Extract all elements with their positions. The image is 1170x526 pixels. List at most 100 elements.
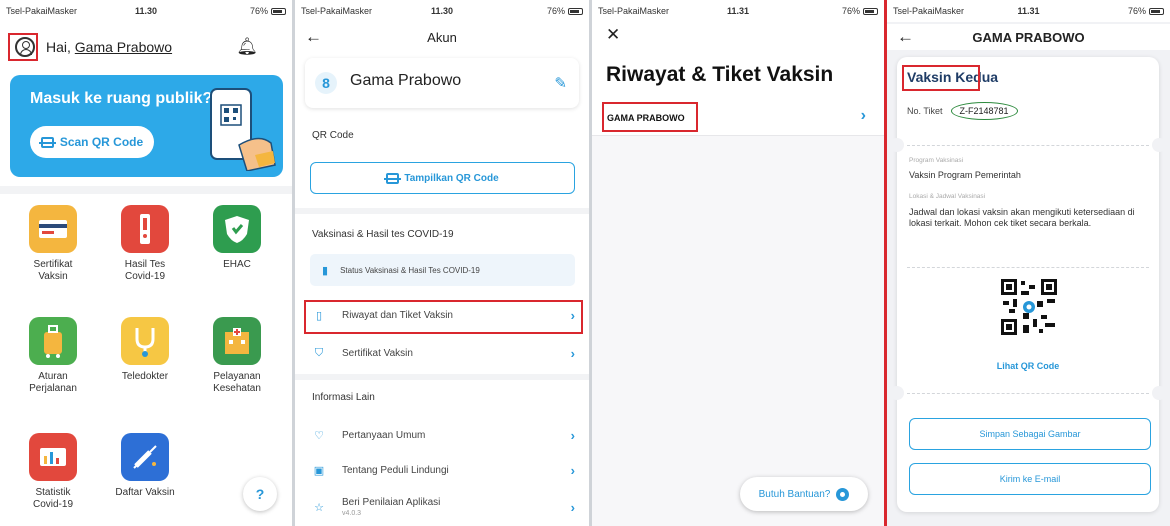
highlight-box — [602, 102, 698, 132]
hospital-icon — [213, 317, 261, 365]
ticket-notch — [1152, 138, 1166, 152]
public-space-banner: Masuk ke ruang publik? Scan QR Code — [10, 75, 283, 177]
tile-aturan-perjalanan[interactable]: Aturan Perjalanan — [8, 317, 98, 395]
chevron-right-icon: › — [570, 499, 575, 515]
view-qr-link[interactable]: Lihat QR Code — [897, 361, 1159, 371]
profile-name: Gama Prabowo — [350, 72, 462, 89]
question-icon: ? — [255, 486, 265, 502]
status-bar: Tsel-PakaiMasker 11.30 76% — [295, 0, 589, 22]
ticket-number-value: Z-F2148781 — [950, 102, 1018, 120]
section-divider — [0, 186, 292, 194]
ticket-notch — [890, 386, 904, 400]
menu-sertifikat[interactable]: ⛉ Sertifikat Vaksin › — [295, 336, 589, 370]
luggage-icon — [29, 317, 77, 365]
battery-indicator: 76% — [547, 6, 583, 16]
page-title: Akun — [427, 29, 457, 45]
status-bar: Tsel-PakaiMasker 11.30 76% — [0, 0, 292, 22]
nav-bar: ← Akun — [295, 24, 589, 50]
location-value: Jadwal dan lokasi vaksin akan mengikuti … — [909, 207, 1135, 228]
certificate-icon — [29, 205, 77, 253]
tile-sertifikat-vaksin[interactable]: Sertifikat Vaksin — [8, 205, 98, 283]
tile-ehac[interactable]: EHAC — [192, 205, 282, 271]
carrier-label: Tsel-PakaiMasker — [301, 6, 373, 16]
dashed-divider — [907, 267, 1149, 268]
section-qr-label: QR Code — [312, 130, 354, 141]
carrier-label: Tsel-PakaiMasker — [6, 6, 78, 16]
page-title: Riwayat & Tiket Vaksin — [606, 63, 834, 86]
back-arrow-icon[interactable]: ← — [897, 27, 914, 47]
clock: 11.31 — [1017, 6, 1040, 16]
status-bar: Tsel-PakaiMasker 11.31 76% — [592, 0, 884, 22]
dashed-divider — [907, 393, 1149, 394]
program-label: Program Vaksinasi — [909, 157, 964, 164]
pencil-icon[interactable]: ✎ — [554, 74, 567, 92]
chart-icon — [29, 433, 77, 481]
clock: 11.30 — [134, 6, 158, 16]
certificate-icon: ⛉ — [314, 346, 324, 359]
ticket-notch — [1152, 386, 1166, 400]
user-name-link[interactable]: Gama Prabowo — [75, 39, 172, 55]
home-screen: Tsel-PakaiMasker 11.30 76% Hai, Gama Pra… — [0, 0, 292, 526]
highlight-box — [8, 33, 38, 61]
qr-code — [1001, 279, 1057, 335]
tile-teledokter[interactable]: Teledokter — [100, 317, 190, 383]
syringe-icon — [121, 433, 169, 481]
account-screen: Tsel-PakaiMasker 11.30 76% ← Akun 8 Gama… — [295, 0, 589, 526]
close-icon[interactable]: ✕ — [606, 25, 620, 45]
chat-icon: ♡ — [314, 429, 324, 442]
bell-icon[interactable]: 🔔︎ — [236, 37, 258, 57]
history-screen: Tsel-PakaiMasker 11.31 76% ✕ Riwayat & T… — [592, 0, 884, 526]
battery-indicator: 76% — [842, 6, 878, 16]
title-area — [592, 22, 884, 100]
phone-hand-illustration — [210, 88, 276, 171]
section-divider — [295, 374, 589, 380]
greeting: Hai, Gama Prabowo — [46, 39, 173, 55]
chevron-right-icon: › — [570, 427, 575, 443]
scan-icon — [38, 136, 56, 148]
battery-icon — [568, 7, 583, 15]
battery-icon — [863, 7, 878, 15]
tile-daftar-vaksin[interactable]: Daftar Vaksin — [100, 433, 190, 499]
banner-title: Masuk ke ruang publik? — [30, 90, 213, 107]
save-as-image-button[interactable]: Simpan Sebagai Gambar — [909, 418, 1151, 450]
send-email-button[interactable]: Kirim ke E-mail — [909, 463, 1151, 495]
chevron-right-icon: › — [570, 345, 575, 361]
tile-pelayanan-kesehatan[interactable]: Pelayanan Kesehatan — [192, 317, 282, 395]
section-vaccination-label: Vaksinasi & Hasil tes COVID-19 — [312, 229, 454, 240]
tile-hasil-tes[interactable]: Hasil Tes Covid-19 — [100, 205, 190, 283]
menu-rate[interactable]: ☆ Beri Penilaian Aplikasi v4.0.3 › — [295, 490, 589, 524]
battery-indicator: 76% — [250, 6, 286, 16]
clock: 11.31 — [726, 6, 750, 16]
menu-faq[interactable]: ♡ Pertanyaan Umum › — [295, 418, 589, 452]
back-arrow-icon[interactable]: ← — [305, 27, 322, 47]
avatar: 8 — [315, 72, 337, 94]
phone-icon: ▮ — [322, 264, 329, 277]
page-title: GAMA PRABOWO — [972, 29, 1085, 45]
help-button[interactable]: ? — [243, 477, 277, 511]
section-divider — [295, 208, 589, 214]
section-info-label: Informasi Lain — [312, 392, 375, 403]
battery-icon — [1149, 7, 1164, 15]
status-bar: Tsel-PakaiMasker 11.31 76% — [887, 0, 1170, 22]
clock: 11.30 — [430, 6, 454, 16]
star-icon: ☆ — [314, 501, 324, 514]
scan-qr-button[interactable]: Scan QR Code — [30, 126, 154, 158]
carrier-label: Tsel-PakaiMasker — [893, 6, 965, 16]
dashed-divider — [907, 145, 1149, 146]
carrier-label: Tsel-PakaiMasker — [598, 6, 670, 16]
scan-icon — [384, 172, 402, 184]
location-label: Lokasi & Jadwal Vaksinasi — [909, 193, 986, 200]
show-qr-button[interactable]: Tampilkan QR Code — [310, 162, 575, 194]
nav-bar: ← GAMA PRABOWO — [887, 24, 1170, 50]
info-icon: ▣ — [313, 464, 325, 477]
tile-statistik[interactable]: Statistik Covid-19 — [8, 433, 98, 511]
menu-about[interactable]: ▣ Tentang Peduli Lindungi › — [295, 453, 589, 487]
vaccine-ticket-card: Vaksin Kedua No. Tiket Z-F2148781 Progra… — [890, 57, 1166, 512]
chevron-right-icon: › — [860, 107, 866, 124]
chevron-right-icon: › — [570, 462, 575, 478]
profile-card: 8 Gama Prabowo ✎ — [305, 58, 579, 108]
vaccination-status-row[interactable]: ▮ Status Vaksinasi & Hasil Tes COVID-19 — [310, 254, 575, 286]
help-button[interactable]: Butuh Bantuan? — [740, 477, 868, 511]
chat-icon — [836, 487, 850, 501]
highlight-box — [902, 65, 980, 91]
